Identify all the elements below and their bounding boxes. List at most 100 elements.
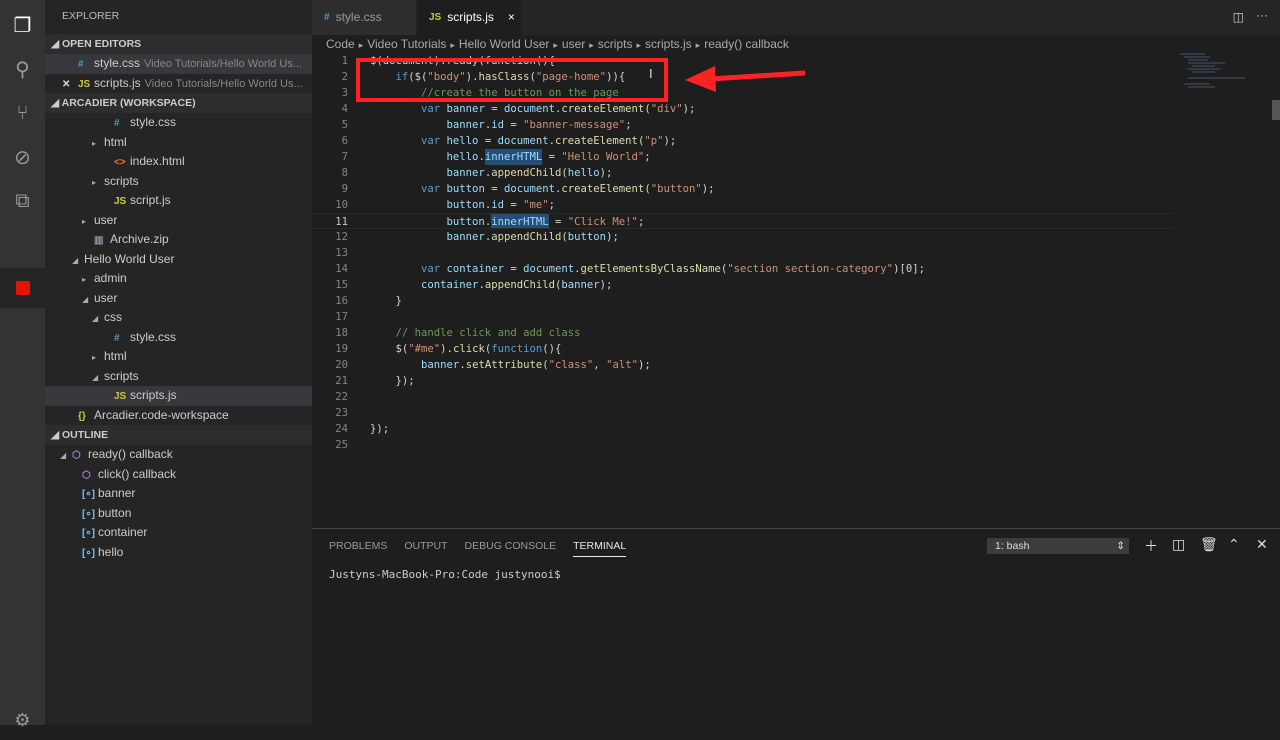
open-editor-item[interactable]: ✕ JS scripts.js Video Tutorials/Hello World… (45, 74, 312, 94)
code-token: (){ (542, 343, 562, 355)
tree-item[interactable]: ⬡ click() callback (45, 465, 312, 485)
line-number: 2 (341, 71, 348, 83)
breadcrumb-item[interactable]: ready() callback (704, 37, 789, 51)
tree-item[interactable]: ▸ admin (45, 269, 312, 289)
code-token: "button" (650, 183, 702, 195)
line-number: 10 (335, 199, 348, 211)
tab-bar: # style.css JS scripts.js × (312, 0, 1280, 35)
search-icon[interactable]: ⚲ (0, 49, 45, 89)
tree-item[interactable]: JS scripts.js (45, 386, 312, 406)
maximize-panel-icon[interactable]: ⌃ (1228, 536, 1240, 553)
panel-tab-terminal[interactable]: TERMINAL (573, 536, 627, 557)
code-line: 21 }); (312, 373, 1172, 389)
code-editor[interactable]: 1 $(document).ready(function(){2 if ($("bo… (312, 53, 1172, 453)
code-token: id (491, 119, 504, 131)
split-editor-icon[interactable]: ◫ (1233, 10, 1244, 24)
minimap[interactable] (1180, 52, 1250, 92)
code-token: = (542, 151, 562, 163)
tree-item[interactable]: ◢ css (45, 308, 312, 328)
panel-tab-debug-console[interactable]: DEBUG CONSOLE (465, 536, 557, 556)
annotation-box (356, 58, 668, 102)
tree-item[interactable]: ▸ html (45, 133, 312, 153)
tree-item[interactable]: ▸ html (45, 347, 312, 367)
terminal[interactable]: Justyns-MacBook-Pro:Code justynooi$ (312, 563, 1280, 586)
tree-item[interactable]: ▸ scripts (45, 172, 312, 192)
outline-header[interactable]: ◢ OUTLINE (45, 425, 312, 445)
tree-item[interactable]: [∘] container (45, 523, 312, 543)
chevron-right-icon: ▸ (358, 40, 364, 50)
chevron-icon: ◢ (82, 294, 89, 304)
code-token: "Click Me!" (567, 216, 638, 228)
code-token: "banner-message" (523, 119, 626, 131)
breadcrumb-item[interactable]: scripts (598, 37, 633, 51)
debug-icon[interactable]: ⊘ (0, 137, 45, 177)
code-token: "section section-category" (727, 263, 894, 275)
tree-item[interactable]: ◢ user (45, 289, 312, 309)
source-control-icon[interactable]: ⑂ (0, 93, 45, 133)
breadcrumb-item[interactable]: Hello World User (459, 37, 549, 51)
tab-style-css[interactable]: # style.css (312, 0, 417, 35)
code-line: 17 (312, 309, 1172, 325)
tree-item[interactable]: ▸ user (45, 211, 312, 231)
item-label: html (104, 349, 127, 363)
breadcrumb-item[interactable]: user (562, 37, 585, 51)
tree-item[interactable]: {} Arcadier.code-workspace (45, 406, 312, 426)
workspace-header[interactable]: ◢ ARCADIER (WORKSPACE) (45, 93, 312, 113)
tree-item[interactable]: <> index.html (45, 152, 312, 172)
breadcrumb-item[interactable]: scripts.js (645, 37, 692, 51)
tab-scripts-js[interactable]: JS scripts.js × (417, 0, 522, 35)
code-token: createElement (561, 103, 645, 115)
tree-item[interactable]: ◢ ⬡ ready() callback (45, 445, 312, 465)
terminal-select[interactable]: 1: bash ⇕ (987, 538, 1129, 554)
scrollbar[interactable] (1272, 100, 1280, 120)
extensions-icon[interactable]: ⧉ (0, 181, 45, 221)
tree-item[interactable]: ▥ Archive.zip (45, 230, 312, 250)
chevron-icon: ▸ (82, 275, 87, 284)
code-token: ); (637, 359, 651, 371)
close-icon[interactable]: × (508, 0, 515, 35)
open-editor-item[interactable]: # style.css Video Tutorials/Hello World Us… (45, 54, 312, 74)
panel-tab-output[interactable]: OUTPUT (404, 536, 447, 556)
tree-item[interactable]: [∘] banner (45, 484, 312, 504)
split-terminal-icon[interactable]: ◫ (1172, 536, 1185, 553)
tree-item[interactable]: # style.css (45, 328, 312, 348)
breadcrumb-item[interactable]: Video Tutorials (367, 37, 446, 51)
code-line: 7 hello. innerHTML = "Hello World"; (312, 149, 1172, 165)
line-number: 11 (335, 216, 348, 228)
chevron-icon: ◢ (92, 314, 99, 323)
open-editors-header[interactable]: ◢ OPEN EDITORS (45, 34, 312, 54)
more-actions-icon[interactable]: ··· (1256, 8, 1268, 22)
close-panel-icon[interactable]: ✕ (1256, 536, 1268, 553)
item-label: scripts (104, 173, 139, 188)
code-token: button (446, 199, 485, 211)
item-label: hello (98, 544, 124, 559)
tree-item[interactable]: [∘] hello (45, 543, 312, 563)
item-icon: JS (114, 196, 127, 207)
file-type-icon: JS (78, 78, 91, 90)
tree-item[interactable]: [∘] button (45, 504, 312, 524)
line-number: 8 (341, 167, 348, 179)
new-terminal-icon[interactable]: ＋ (1144, 536, 1158, 556)
close-icon[interactable]: ✕ (62, 75, 78, 94)
stop-icon[interactable] (0, 268, 45, 308)
tree-item[interactable]: ◢ Hello World User (45, 250, 312, 270)
kill-terminal-icon[interactable]: 🗑 (1200, 536, 1218, 553)
item-label: admin (94, 271, 127, 285)
chevron-icon: ▸ (92, 138, 97, 148)
tree-item[interactable]: JS script.js (45, 191, 312, 211)
tree-item[interactable]: ◢ scripts (45, 367, 312, 387)
breadcrumb-item[interactable]: Code (326, 37, 355, 51)
code-token: )[0]; (893, 263, 925, 275)
code-token: banner (440, 103, 485, 115)
tree-item[interactable]: # style.css (45, 113, 312, 133)
files-icon[interactable]: ❐ (0, 5, 45, 45)
sidebar: EXPLORER ◢ OPEN EDITORS # style.css Video … (45, 0, 312, 725)
line-number: 18 (335, 327, 348, 339)
gear-icon[interactable]: ⚙ (0, 700, 45, 740)
panel-tab-problems[interactable]: PROBLEMS (329, 536, 387, 556)
